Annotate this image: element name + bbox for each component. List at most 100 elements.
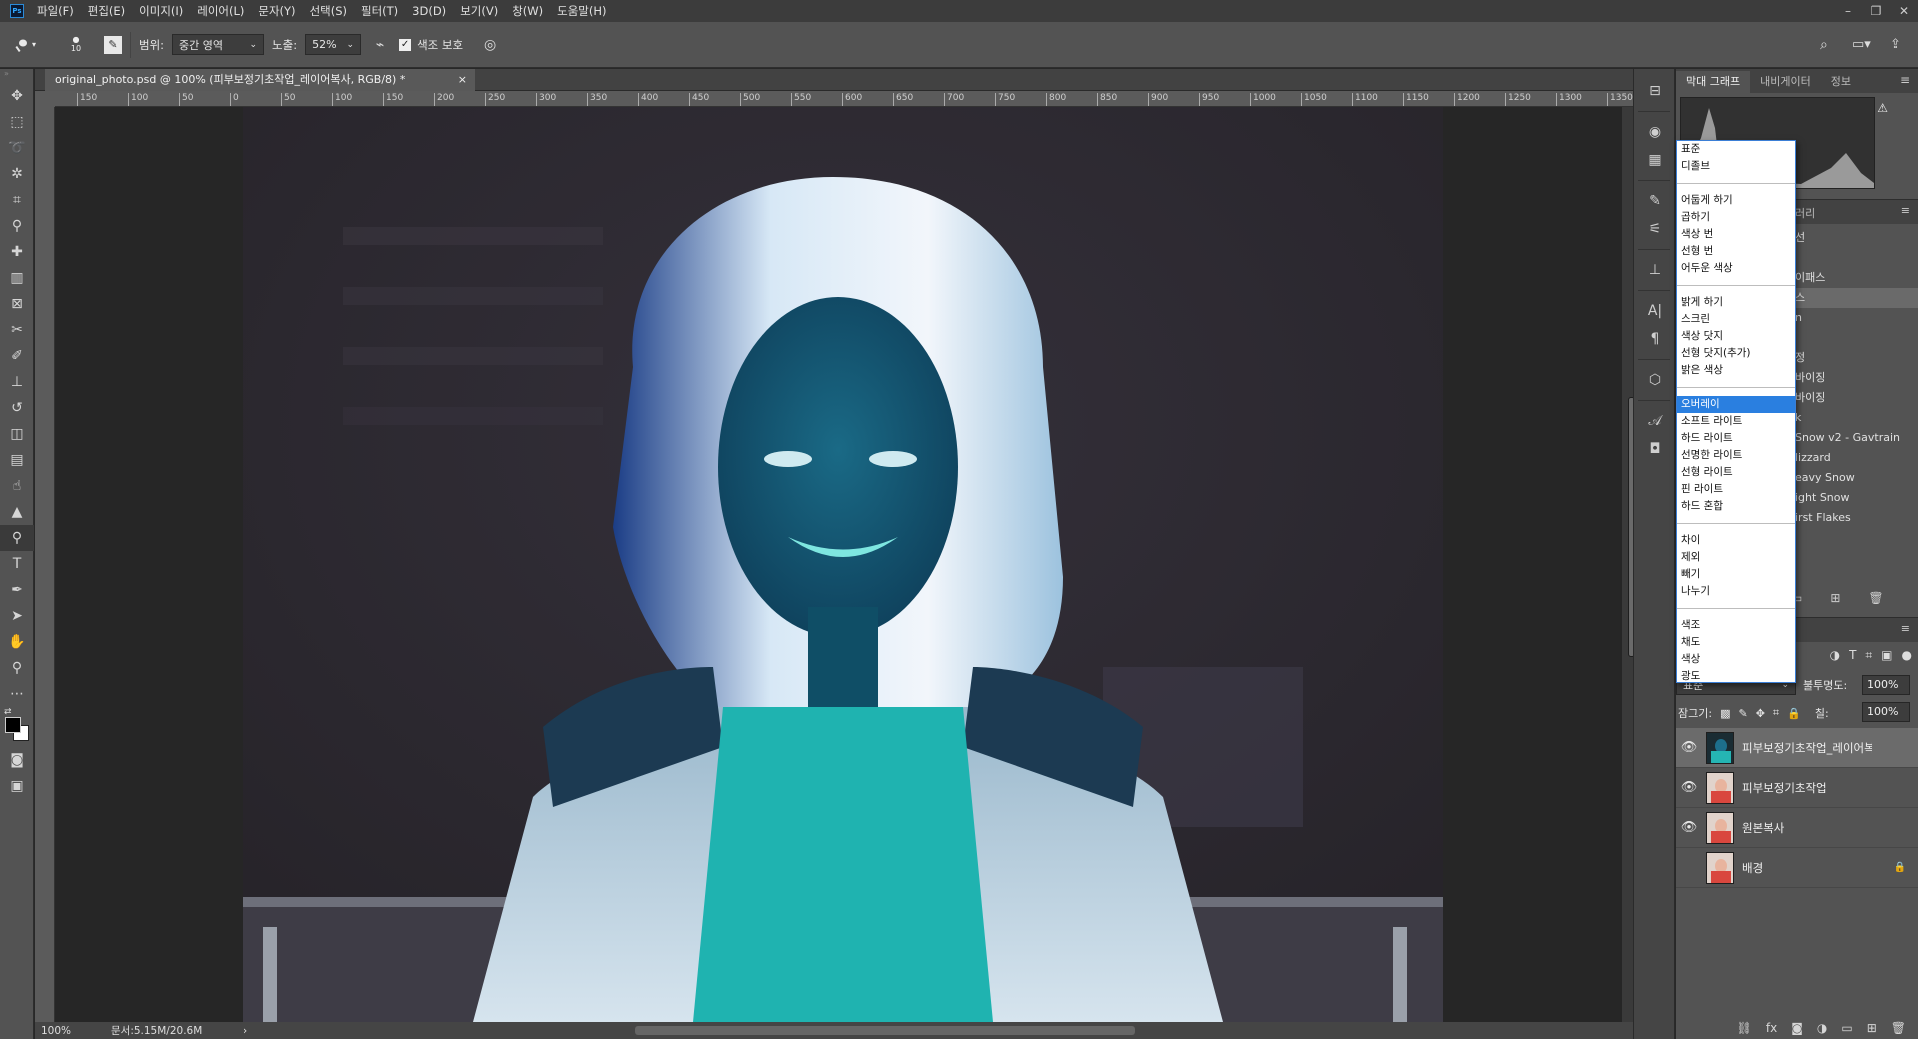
toolbar-collapse-icon[interactable]: » (0, 69, 33, 83)
smart-object-filter-icon[interactable]: ▣ (1881, 648, 1892, 668)
blend-option[interactable]: 하드 라이트 (1677, 430, 1795, 447)
document-image[interactable] (243, 107, 1443, 1022)
panel-menu-icon[interactable]: ≡ (1900, 73, 1910, 87)
layer-row[interactable]: 👁 피부보정기초작업_레이어복사 (1676, 728, 1918, 768)
character-panel-icon[interactable]: A| (1634, 297, 1676, 325)
glyphs-panel-icon[interactable]: 𝒜 (1634, 407, 1676, 435)
panel-menu-icon[interactable]: ≡ (1901, 204, 1910, 217)
layer-name[interactable]: 피부보정기초작업 (1742, 780, 1872, 796)
vertical-scrollbar[interactable] (1622, 107, 1635, 1022)
type-filter-icon[interactable]: T (1849, 648, 1856, 668)
path-selection-tool-icon[interactable]: ➤ (0, 603, 34, 629)
lock-pixels-icon[interactable]: ✎ (1738, 707, 1747, 720)
zoom-tool-icon[interactable]: ⚲ (0, 655, 34, 681)
color-panel-icon[interactable]: ◉ (1634, 118, 1676, 146)
move-tool-icon[interactable]: ✥ (0, 83, 34, 109)
add-mask-icon[interactable]: ◙ (1791, 1021, 1803, 1035)
history-panel-icon[interactable]: ⊟ (1634, 77, 1676, 105)
blend-option[interactable]: 디졸브 (1677, 158, 1795, 175)
shape-filter-icon[interactable]: ⌗ (1865, 648, 1872, 668)
tab-histogram[interactable]: 막대 그래프 (1676, 71, 1751, 93)
lock-all-icon[interactable]: 🔒 (1787, 707, 1801, 720)
blend-option[interactable]: 하드 혼합 (1677, 498, 1795, 515)
burn-tool-icon[interactable]: ⚲ (0, 525, 34, 551)
blend-option[interactable]: 색상 (1677, 651, 1795, 668)
canvas-area[interactable] (55, 107, 1622, 1022)
blend-option[interactable]: 밝게 하기 (1677, 294, 1795, 311)
brush-tool-icon[interactable]: ✐ (0, 343, 34, 369)
new-item-icon[interactable]: ⊞ (1830, 591, 1840, 605)
adjustment-layer-icon[interactable]: ◑ (1817, 1021, 1827, 1035)
link-layers-icon[interactable]: ⛓ (1737, 1021, 1752, 1035)
lock-artboard-icon[interactable]: ⌗ (1773, 706, 1779, 720)
burn-tool-preset-icon[interactable]: ▾ (14, 37, 48, 53)
blend-option[interactable]: 선형 번 (1677, 243, 1795, 260)
visibility-eye-icon[interactable]: 👁 (1676, 740, 1702, 755)
hand-tool-icon[interactable]: ✋ (0, 629, 34, 655)
adjustment-filter-icon[interactable]: ◑ (1830, 648, 1840, 668)
pen-tool-icon[interactable]: ✒ (0, 577, 34, 603)
share-icon[interactable]: ⇪ (1890, 37, 1918, 52)
zoom-level[interactable]: 100% (41, 1025, 111, 1037)
screen-mode-icon[interactable]: ▣ (0, 773, 34, 799)
more-tools-icon[interactable]: ⋯ (0, 681, 34, 707)
range-select[interactable]: 중간 영역 ⌄ (172, 34, 265, 55)
blend-option[interactable]: 핀 라이트 (1677, 481, 1795, 498)
opacity-input[interactable]: 100% (1862, 675, 1910, 695)
menu-type[interactable]: 문자(Y) (251, 0, 302, 22)
blend-option[interactable]: 밝은 색상 (1677, 362, 1795, 379)
type-tool-icon[interactable]: T (0, 551, 34, 577)
lock-transparent-icon[interactable]: ▩ (1720, 707, 1730, 720)
blend-option[interactable]: 스크린 (1677, 311, 1795, 328)
lock-position-icon[interactable]: ✥ (1756, 707, 1765, 720)
menu-help[interactable]: 도움말(H) (550, 0, 613, 22)
quick-mask-icon[interactable]: ◙ (0, 747, 34, 773)
visibility-eye-icon[interactable]: 👁 (1676, 780, 1702, 795)
blend-option[interactable]: 표준 (1677, 141, 1795, 158)
blend-option[interactable]: 차이 (1677, 532, 1795, 549)
brush-settings-panel-icon[interactable]: ⚟ (1634, 215, 1676, 243)
blend-option[interactable]: 어두운 색상 (1677, 260, 1795, 277)
cache-warning-icon[interactable]: ⚠ (1877, 101, 1888, 115)
content-aware-move-tool-icon[interactable]: ✂ (0, 317, 34, 343)
eyedropper-tool-icon[interactable]: ⚲ (0, 213, 34, 239)
crop-tool-icon[interactable]: ⌗ (0, 187, 34, 213)
restore-button[interactable]: ❐ (1862, 0, 1890, 22)
blend-option[interactable]: 선형 닷지(추가) (1677, 345, 1795, 362)
minimize-button[interactable]: – (1834, 0, 1862, 22)
eraser-tool-icon[interactable]: ◫ (0, 421, 34, 447)
layer-name[interactable]: 피부보정기초작업_레이어복사 (1742, 740, 1872, 756)
swap-colors-icon[interactable]: ⇄ (4, 707, 12, 717)
blend-option[interactable]: 색상 닷지 (1677, 328, 1795, 345)
foreground-color-swatch[interactable] (5, 717, 21, 733)
brushes-panel-icon[interactable]: ✎ (1634, 187, 1676, 215)
vertical-ruler[interactable] (35, 107, 55, 1022)
marquee-tool-icon[interactable]: ⬚ (0, 109, 34, 135)
tab-info[interactable]: 정보 (1821, 71, 1861, 93)
delete-layer-icon[interactable]: 🗑 (1891, 1021, 1906, 1035)
menu-3d[interactable]: 3D(D) (405, 0, 453, 22)
layer-row[interactable]: 👁 피부보정기초작업 (1676, 768, 1918, 808)
blend-option[interactable]: 제외 (1677, 549, 1795, 566)
workspace-icon[interactable]: ▭▾ (1852, 37, 1882, 52)
blend-option[interactable]: 빼기 (1677, 566, 1795, 583)
new-group-icon[interactable]: ▭ (1841, 1021, 1852, 1035)
layer-row[interactable]: 👁 원본복사 (1676, 808, 1918, 848)
protect-tones-checkbox[interactable]: ✓ 색조 보호 (399, 37, 463, 53)
clone-source-panel-icon[interactable]: ⊥ (1634, 256, 1676, 284)
trash-icon[interactable]: 🗑 (1868, 591, 1883, 605)
horizontal-ruler[interactable]: 150 100 50 0 50 100 150 200 250 300 350 400 450 500 55… (55, 91, 1633, 107)
blend-option[interactable]: 색조 (1677, 617, 1795, 634)
blend-option-highlighted[interactable]: 오버레이 (1677, 396, 1795, 413)
menu-select[interactable]: 선택(S) (303, 0, 354, 22)
smudge-tool-icon[interactable]: ☝ (0, 473, 34, 499)
panel-menu-icon[interactable]: ≡ (1901, 622, 1910, 635)
tab-library[interactable]: 러리 (1795, 205, 1815, 221)
layer-name[interactable]: 배경 (1742, 860, 1872, 876)
layer-style-icon[interactable]: fx (1766, 1021, 1777, 1035)
blend-option[interactable]: 광도 (1677, 668, 1795, 685)
sharpen-tool-icon[interactable]: ▲ (0, 499, 34, 525)
brush-size-picker[interactable]: ● 10 (56, 36, 96, 54)
clone-stamp-tool-icon[interactable]: ⊥ (0, 369, 34, 395)
swatches-panel-icon[interactable]: ▦ (1634, 146, 1676, 174)
